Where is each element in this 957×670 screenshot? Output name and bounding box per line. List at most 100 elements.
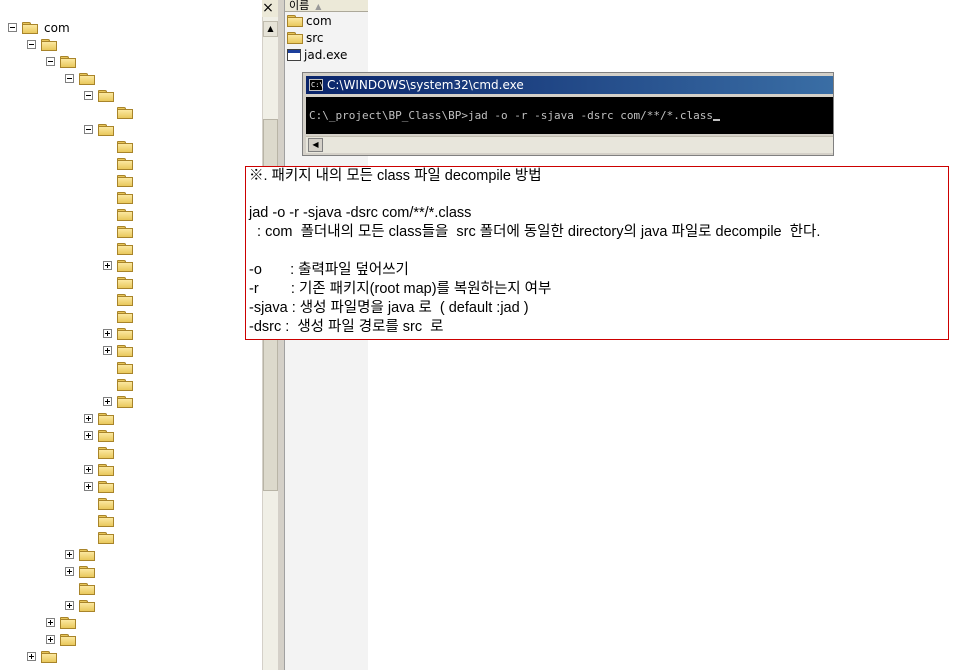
tree-node[interactable] <box>65 546 95 563</box>
collapse-icon[interactable] <box>46 57 55 66</box>
expand-icon[interactable] <box>27 652 36 661</box>
tree-node[interactable] <box>103 138 133 155</box>
tree-node[interactable] <box>46 614 76 631</box>
folder-icon <box>117 344 133 357</box>
scroll-left-arrow-icon[interactable]: ◀ <box>308 138 323 152</box>
folder-icon <box>98 446 114 459</box>
console-icon: C:\ <box>309 79 324 91</box>
folder-icon <box>117 293 133 306</box>
tree-node[interactable] <box>84 444 114 461</box>
expand-icon[interactable] <box>84 431 93 440</box>
expand-icon[interactable] <box>46 618 55 627</box>
annotation-box: ※. 패키지 내의 모든 class 파일 decompile 방법 jad -… <box>245 166 949 340</box>
tree-node[interactable] <box>27 36 57 53</box>
file-item-label: com <box>306 13 332 28</box>
expand-icon[interactable] <box>103 346 112 355</box>
folder-icon <box>117 208 133 221</box>
cmd-titlebar[interactable]: C:\ C:\WINDOWS\system32\cmd.exe <box>306 76 833 94</box>
cmd-command-line: C:\_project\BP_Class\BP>jad -o -r -sjava… <box>309 109 713 122</box>
expand-icon[interactable] <box>103 397 112 406</box>
tree-node[interactable] <box>103 393 133 410</box>
tree-node[interactable] <box>84 410 114 427</box>
tree-node[interactable] <box>103 240 133 257</box>
folder-icon <box>79 582 95 595</box>
tree-node[interactable] <box>84 87 114 104</box>
tree-node[interactable] <box>84 495 114 512</box>
cmd-console[interactable]: C:\_project\BP_Class\BP>jad -o -r -sjava… <box>306 97 833 134</box>
tree-node[interactable] <box>103 376 133 393</box>
expand-icon[interactable] <box>84 414 93 423</box>
collapse-icon[interactable] <box>65 74 74 83</box>
expand-icon[interactable] <box>65 601 74 610</box>
tree-node[interactable] <box>84 427 114 444</box>
folder-icon <box>98 463 114 476</box>
expand-icon[interactable] <box>65 550 74 559</box>
close-icon[interactable]: × <box>262 0 274 16</box>
tree-node[interactable] <box>46 53 76 70</box>
expand-icon[interactable] <box>84 482 93 491</box>
cmd-horizontal-scrollbar[interactable]: ◀ <box>306 136 833 153</box>
tree-node[interactable] <box>103 291 133 308</box>
sort-ascending-icon: ▲ <box>315 2 322 11</box>
tree-node[interactable] <box>103 155 133 172</box>
folder-icon <box>117 378 133 391</box>
note-option-r: -r : 기존 패키지(root map)를 복원하는지 여부 <box>249 281 552 297</box>
tree-node[interactable] <box>103 257 133 274</box>
tree-node[interactable] <box>103 308 133 325</box>
expand-icon[interactable] <box>65 567 74 576</box>
tree-vertical-scrollbar[interactable]: ▲ <box>262 17 279 670</box>
tree-node-com[interactable]: com <box>8 19 70 36</box>
tree-node[interactable] <box>103 189 133 206</box>
expand-icon[interactable] <box>46 635 55 644</box>
tree-node[interactable] <box>84 461 114 478</box>
note-title: ※. 패키지 내의 모든 class 파일 decompile 방법 <box>249 168 542 184</box>
file-item-com[interactable]: com <box>287 12 332 29</box>
file-item-jad-exe[interactable]: jad.exe <box>287 46 347 63</box>
tree-node[interactable] <box>103 359 133 376</box>
tree-node[interactable] <box>103 274 133 291</box>
tree-node[interactable] <box>103 206 133 223</box>
tree-node[interactable] <box>65 580 95 597</box>
tree-node[interactable] <box>27 648 57 665</box>
collapse-icon[interactable] <box>84 125 93 134</box>
tree-node[interactable] <box>103 325 133 342</box>
note-option-sjava: -sjava : 생성 파일명을 java 로 ( default :jad ) <box>249 300 529 316</box>
folder-icon <box>117 242 133 255</box>
folder-icon <box>117 259 133 272</box>
scroll-up-arrow-icon[interactable]: ▲ <box>263 21 278 37</box>
folder-icon <box>117 174 133 187</box>
tree-node[interactable] <box>84 512 114 529</box>
tree-node[interactable] <box>65 597 95 614</box>
tree-node[interactable] <box>103 172 133 189</box>
folder-icon <box>98 531 114 544</box>
tree-node[interactable] <box>84 478 114 495</box>
folder-icon <box>287 14 303 27</box>
folder-icon <box>79 548 95 561</box>
collapse-icon[interactable] <box>84 91 93 100</box>
tree-node[interactable] <box>65 70 95 87</box>
folder-icon <box>117 276 133 289</box>
tree-node[interactable] <box>103 223 133 240</box>
folder-icon <box>117 395 133 408</box>
note-command: jad -o -r -sjava -dsrc com/**/*.class <box>249 205 472 221</box>
folder-icon <box>117 310 133 323</box>
cmd-title: C:\WINDOWS\system32\cmd.exe <box>327 78 524 92</box>
tree-node[interactable] <box>103 104 133 121</box>
name-column-header[interactable]: 이름 ▲ <box>285 0 368 12</box>
folder-icon <box>117 191 133 204</box>
note-description: : com 폴더내의 모든 class들을 src 폴더에 동일한 direct… <box>249 224 821 240</box>
tree-node[interactable] <box>65 563 95 580</box>
tree-node[interactable] <box>46 631 76 648</box>
tree-node[interactable] <box>84 529 114 546</box>
folder-icon <box>98 89 114 102</box>
tree-node[interactable] <box>103 342 133 359</box>
collapse-icon[interactable] <box>8 23 17 32</box>
expand-icon[interactable] <box>84 465 93 474</box>
file-item-src[interactable]: src <box>287 29 324 46</box>
folder-icon <box>79 599 95 612</box>
file-item-label: src <box>306 30 324 45</box>
tree-node[interactable] <box>84 121 114 138</box>
expand-icon[interactable] <box>103 329 112 338</box>
expand-icon[interactable] <box>103 261 112 270</box>
collapse-icon[interactable] <box>27 40 36 49</box>
